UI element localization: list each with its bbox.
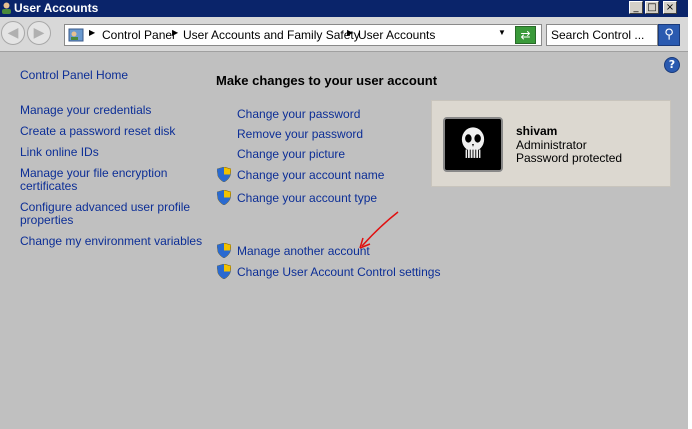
uac-settings-link[interactable]: Change User Account Control settings [237,266,440,279]
sidebar-item-advanced-profile-line2[interactable]: properties [20,214,73,227]
change-account-name-link[interactable]: Change your account name [237,169,384,182]
breadcrumb-arrow-icon[interactable]: ▶ [172,28,178,37]
user-role: Administrator [516,138,587,152]
sidebar-item-password-reset-disk[interactable]: Create a password reset disk [20,125,175,138]
window-edge [688,0,692,429]
help-icon[interactable]: ? [664,57,680,73]
sidebar-item-environment-variables[interactable]: Change my environment variables [20,235,202,248]
minimize-button[interactable]: _ [629,1,643,14]
title-bar: User Accounts _ □ × [0,0,692,17]
user-accounts-icon [2,2,11,14]
control-panel-icon [68,28,84,42]
search-icon[interactable]: ⚲ [658,24,680,46]
uac-shield-icon [217,264,231,279]
breadcrumb-user-accounts[interactable]: User Accounts [358,28,435,42]
sidebar-item-file-encryption-line2[interactable]: certificates [20,180,77,193]
uac-shield-icon [217,167,231,182]
uac-shield-icon [217,243,231,258]
remove-password-link[interactable]: Remove your password [237,128,363,141]
sidebar-item-control-panel-home[interactable]: Control Panel Home [20,69,128,82]
refresh-icon[interactable]: ⇄ [515,26,536,44]
breadcrumb-user-accounts-family-safety[interactable]: User Accounts and Family Safety [183,28,360,42]
breadcrumb-arrow-icon[interactable]: ▶ [347,28,353,37]
change-picture-link[interactable]: Change your picture [237,148,345,161]
user-name: shivam [516,124,558,138]
window-title: User Accounts [14,1,99,15]
forward-icon[interactable]: ▶ [27,21,51,45]
change-account-type-link[interactable]: Change your account type [237,192,377,205]
sidebar-item-link-online-ids[interactable]: Link online IDs [20,146,99,159]
uac-shield-icon [217,190,231,205]
breadcrumb-control-panel[interactable]: Control Panel [102,28,175,42]
breadcrumb-arrow-icon[interactable]: ▶ [89,28,95,37]
sidebar-item-manage-credentials[interactable]: Manage your credentials [20,104,151,117]
page-title: Make changes to your user account [216,73,438,88]
annotation-arrow-icon [359,211,399,249]
change-password-link[interactable]: Change your password [237,108,360,121]
back-icon[interactable]: ◀ [1,21,25,45]
avatar [443,117,503,172]
user-password-status: Password protected [516,151,623,165]
close-button[interactable]: × [663,1,677,14]
address-dropdown-icon[interactable]: ▼ [498,28,506,37]
search-input[interactable]: Search Control ... [546,24,658,46]
maximize-button[interactable]: □ [645,1,659,14]
address-bar[interactable]: ▶ Control Panel ▶ User Accounts and Fami… [64,24,542,46]
